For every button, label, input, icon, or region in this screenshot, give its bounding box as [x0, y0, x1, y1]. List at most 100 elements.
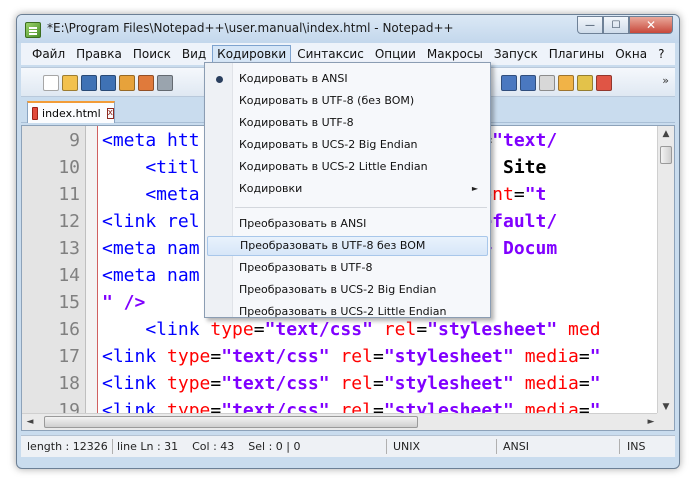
menu-3[interactable]: Вид — [177, 45, 211, 63]
menu-item-label: Преобразовать в UTF-8 без BOM — [240, 239, 426, 252]
menu-5[interactable]: Синтаксис — [292, 45, 369, 63]
toolbar-overflow-icon[interactable]: » — [662, 74, 669, 87]
menu-item-label: Кодировать в UCS-2 Big Endian — [239, 138, 418, 151]
encoding-menu-item[interactable]: Кодировать в UTF-8 (без BOM) — [207, 91, 488, 111]
encoding-menu-item[interactable]: Кодировки ► — [207, 179, 488, 199]
code-line[interactable]: <link type="text/css" rel="stylesheet" m… — [102, 370, 601, 397]
show-all-chars-icon[interactable] — [520, 75, 536, 91]
menu-item-label: Преобразовать в UCS-2 Big Endian — [239, 283, 437, 296]
line-number-gutter: 9 10 11 12 13 14 15 16 17 18 19 — [22, 126, 86, 430]
menu-10[interactable]: Окна — [610, 45, 652, 63]
code-token: = — [372, 346, 384, 367]
doc-map-icon[interactable] — [577, 75, 593, 91]
menu-item-label: Преобразовать в UTF-8 — [239, 261, 373, 274]
window-title: *E:\Program Files\Notepad++\user.manual\… — [47, 21, 454, 35]
status-bar: length : 12326 line Ln : 31 Col : 43 Sel… — [21, 435, 675, 457]
open-file-icon[interactable] — [62, 75, 78, 91]
encoding-menu-item[interactable]: Преобразовать в UTF-8 — [207, 258, 488, 278]
notepad-app-icon — [25, 22, 41, 38]
print-icon[interactable] — [157, 75, 173, 91]
title-bar[interactable]: *E:\Program Files\Notepad++\user.manual\… — [17, 15, 679, 43]
code-token: type — [210, 319, 254, 340]
horizontal-scrollbar[interactable]: ◄ ► — [22, 413, 659, 430]
menu-item-label: Кодировать в UTF-8 — [239, 116, 354, 129]
menu-1[interactable]: Правка — [71, 45, 127, 63]
status-divider — [112, 439, 113, 454]
code-token: <meta nam — [102, 265, 200, 286]
code-line[interactable]: " /> — [102, 289, 145, 316]
menu-item-label: Преобразовать в ANSI — [239, 217, 367, 230]
encoding-menu-item[interactable]: Кодировать в UTF-8 — [207, 113, 488, 133]
menu-9[interactable]: Плагины — [544, 45, 609, 63]
vertical-scroll-thumb[interactable] — [660, 146, 672, 164]
line-number: 12 — [58, 211, 80, 232]
scrollbar-corner — [657, 413, 674, 430]
code-token: = — [578, 346, 590, 367]
menu-6[interactable]: Опции — [370, 45, 421, 63]
record-macro-icon[interactable] — [596, 75, 612, 91]
close-button[interactable]: ✕ — [629, 16, 673, 34]
code-token: = — [210, 373, 222, 394]
encoding-menu-item[interactable]: Преобразовать в ANSI — [207, 214, 488, 234]
scroll-left-icon[interactable]: ◄ — [22, 414, 38, 430]
scroll-up-icon[interactable]: ▲ — [658, 126, 674, 142]
status-length: length : 12326 — [27, 440, 108, 453]
vertical-scrollbar[interactable]: ▲ ▼ — [657, 126, 674, 415]
user-lang-icon[interactable] — [558, 75, 574, 91]
line-number: 17 — [58, 346, 80, 367]
code-line[interactable]: <link type="text/css" rel="stylesheet" m… — [102, 343, 601, 370]
close-file-icon[interactable] — [119, 75, 135, 91]
menu-item-label: Кодировать в UCS-2 Little Endian — [239, 160, 428, 173]
encoding-menu-item[interactable]: Преобразовать в UCS-2 Big Endian — [207, 280, 488, 300]
code-token: = — [416, 319, 428, 340]
maximize-button[interactable]: ☐ — [603, 16, 629, 34]
save-icon[interactable] — [81, 75, 97, 91]
menu-8[interactable]: Запуск — [489, 45, 543, 63]
code-token: "text/ — [492, 130, 558, 151]
tab-index-html[interactable]: index.html x — [27, 101, 115, 123]
encoding-menu-item[interactable]: Преобразовать в UCS-2 Little Endian — [207, 302, 488, 322]
code-token: = — [372, 373, 384, 394]
menu-item-label: Кодировки — [239, 182, 303, 195]
encoding-menu-item[interactable]: Кодировать в ANSI — [207, 69, 488, 89]
close-all-icon[interactable] — [138, 75, 154, 91]
wrap-icon[interactable] — [501, 75, 517, 91]
code-token: " /> — [102, 292, 146, 313]
code-token: rel — [383, 319, 417, 340]
menu-7[interactable]: Макросы — [422, 45, 488, 63]
tab-close-icon[interactable]: x — [106, 107, 114, 119]
menu-separator — [235, 207, 487, 208]
code-token: <meta — [102, 184, 200, 205]
indent-guide-icon[interactable] — [539, 75, 555, 91]
code-token: type — [167, 346, 211, 367]
code-token: " — [589, 346, 601, 367]
code-token: = — [210, 346, 222, 367]
encoding-menu-item[interactable]: Кодировать в UCS-2 Little Endian — [207, 157, 488, 177]
radio-selected-icon — [216, 76, 223, 83]
line-number: 11 — [58, 184, 80, 205]
status-encoding: ANSI — [503, 440, 529, 453]
code-token: "stylesheet" — [383, 346, 514, 367]
menu-2[interactable]: Поиск — [128, 45, 176, 63]
menu-0[interactable]: Файл — [27, 45, 70, 63]
menu-4[interactable]: Кодировки — [212, 45, 292, 63]
fold-margin[interactable] — [86, 126, 98, 430]
encoding-menu-item[interactable]: Кодировать в UCS-2 Big Endian — [207, 135, 488, 155]
save-all-icon[interactable] — [100, 75, 116, 91]
code-token: <link — [102, 373, 168, 394]
code-token: media — [524, 346, 579, 367]
new-file-icon[interactable] — [43, 75, 59, 91]
horizontal-scroll-thumb[interactable] — [44, 416, 418, 428]
code-token: med — [568, 319, 601, 340]
encoding-menu-item[interactable]: Преобразовать в UTF-8 без BOM — [207, 236, 488, 256]
minimize-button[interactable]: — — [577, 16, 603, 34]
line-number: 14 — [58, 265, 80, 286]
code-token: " — [589, 373, 601, 394]
status-insert-mode: INS — [627, 440, 646, 453]
menu-11[interactable]: ? — [653, 45, 669, 63]
line-number: 9 — [69, 130, 80, 151]
